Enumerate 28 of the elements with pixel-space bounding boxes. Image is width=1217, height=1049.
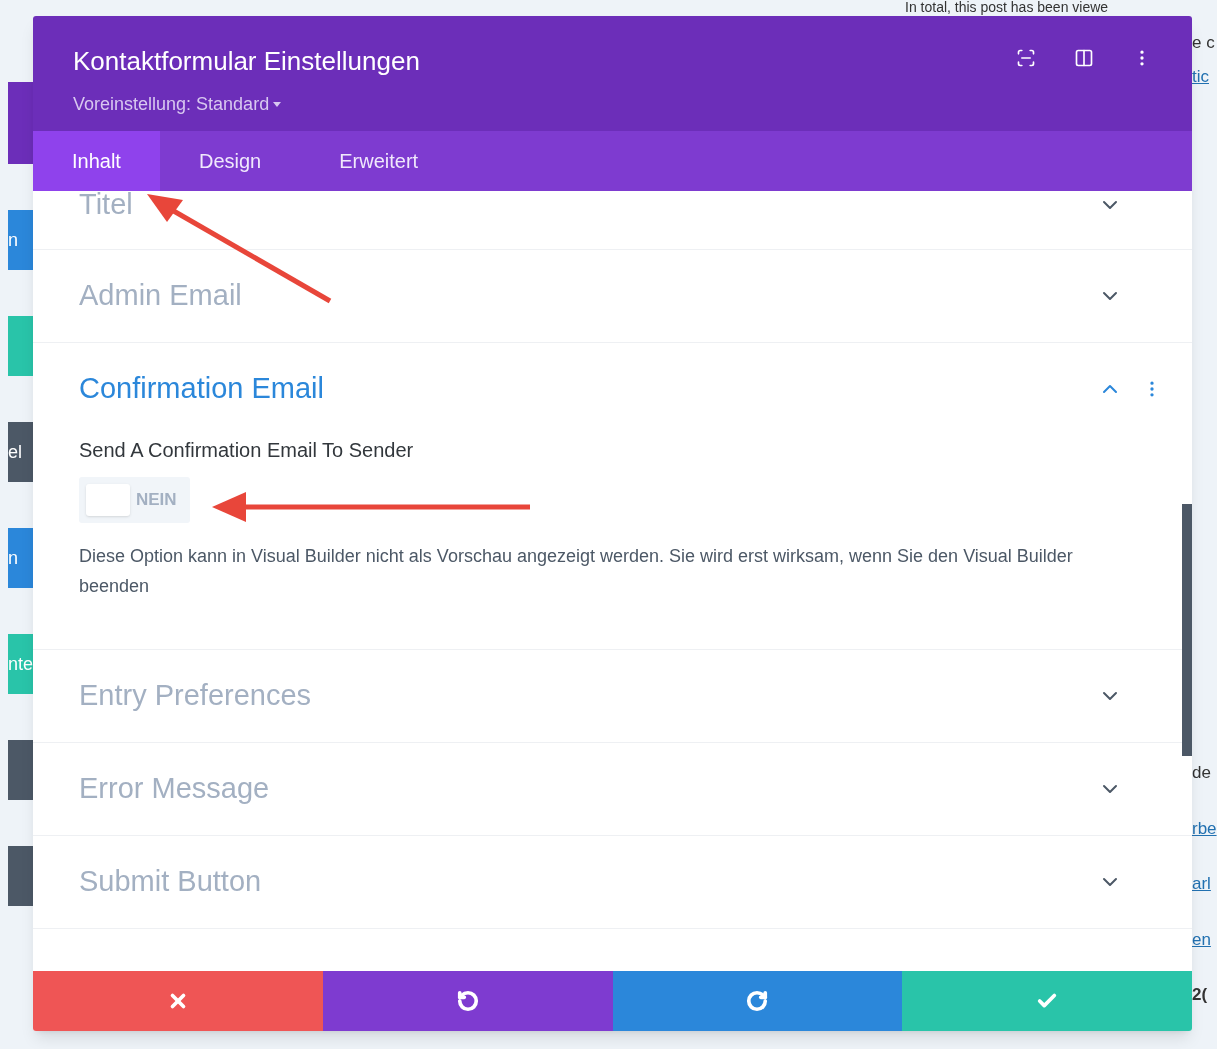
section-title[interactable]: Error Message bbox=[79, 767, 270, 811]
page-text[interactable]: en bbox=[1192, 926, 1217, 952]
section-title[interactable]: Submit Button bbox=[79, 860, 262, 904]
redo-icon bbox=[746, 990, 769, 1012]
scrollbar-thumb[interactable] bbox=[1182, 504, 1192, 756]
page-text: 2( bbox=[1192, 984, 1209, 1006]
page-text[interactable]: rbe bbox=[1192, 815, 1217, 841]
field-label: Send A Confirmation Email To Sender bbox=[79, 438, 415, 463]
modal-title: Kontaktformular Einstellungen bbox=[73, 45, 420, 78]
section-title[interactable]: Confirmation Email bbox=[79, 367, 324, 411]
undo-icon bbox=[456, 990, 479, 1012]
toggle-switch[interactable]: NEIN bbox=[79, 477, 190, 523]
page-text[interactable]: arl bbox=[1192, 871, 1217, 897]
split-view-icon[interactable] bbox=[1074, 48, 1094, 68]
page-text[interactable]: tic bbox=[1192, 63, 1215, 89]
tab[interactable]: Design bbox=[159, 131, 301, 191]
fullscreen-icon[interactable] bbox=[1016, 48, 1036, 68]
page-text: e c bbox=[1192, 32, 1215, 54]
section-title[interactable]: Entry Preferences bbox=[79, 674, 312, 718]
preset-dropdown[interactable]: Voreinstellung: Standard bbox=[73, 91, 420, 118]
option-description: Diese Option kann in Visual Builder nicht als Vorschau angezeigt werden. Sie wird erst wirksam, wenn Sie den Visual Builder beenden bbox=[79, 545, 1074, 598]
page-text: de bbox=[1192, 762, 1212, 784]
caret-icon bbox=[273, 102, 282, 107]
section-title[interactable]: Admin Email bbox=[79, 274, 242, 318]
section-title[interactable]: Titel bbox=[79, 191, 133, 227]
tab[interactable]: Inhalt bbox=[33, 131, 160, 191]
tab[interactable]: Erweitert bbox=[300, 131, 458, 191]
views-text: In total, this post has been viewe bbox=[905, 0, 1109, 15]
